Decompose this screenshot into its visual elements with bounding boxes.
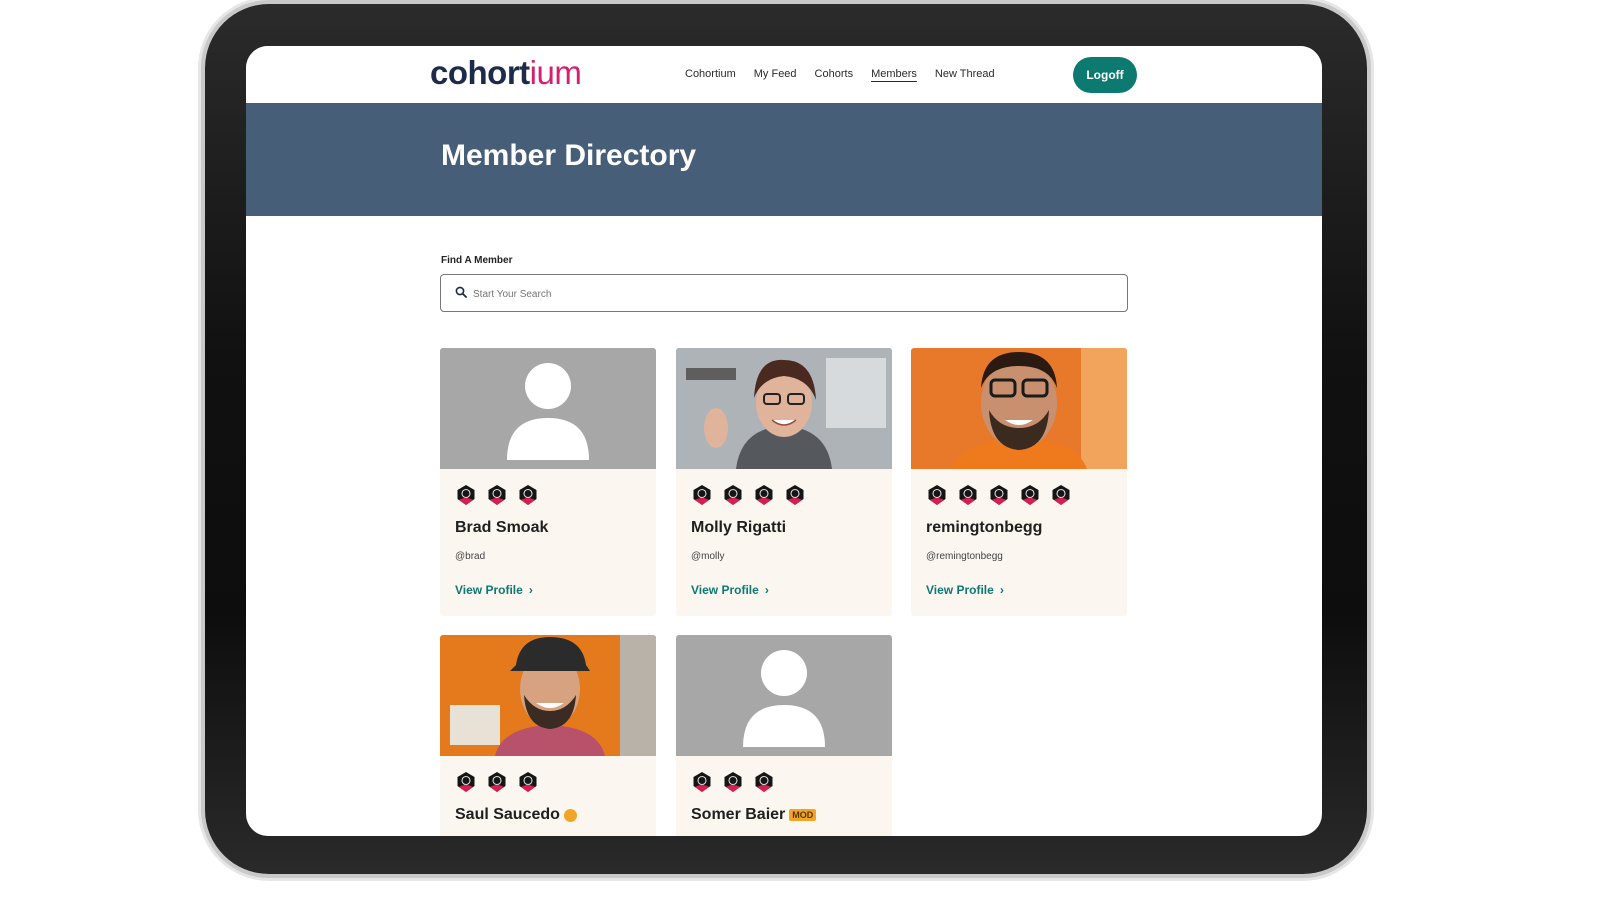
badge-icon[interactable]: [1019, 484, 1041, 506]
member-card-somer: Somer Baier MOD: [676, 635, 892, 836]
badge-row: [455, 484, 539, 506]
member-name: Saul Saucedo: [455, 806, 577, 824]
member-name: remingtonbegg: [926, 519, 1043, 536]
badge-icon[interactable]: [784, 484, 806, 506]
member-handle: @molly: [691, 551, 725, 562]
member-name: Somer Baier MOD: [691, 806, 817, 824]
nav-link-new-thread[interactable]: New Thread: [935, 68, 995, 80]
member-card-saul: Saul Saucedo: [440, 635, 656, 836]
badge-icon[interactable]: [455, 484, 477, 506]
avatar[interactable]: [911, 348, 1127, 469]
verified-icon: [563, 808, 577, 822]
member-photo: [676, 348, 892, 469]
view-profile-link[interactable]: View Profile ›: [926, 583, 1004, 597]
member-photo: [440, 635, 656, 756]
nav-links: Cohortium My Feed Cohorts Members New Th…: [685, 68, 995, 80]
search-label: Find A Member: [441, 255, 513, 266]
badge-icon[interactable]: [486, 771, 508, 793]
badge-icon[interactable]: [517, 484, 539, 506]
member-name: Molly Rigatti: [691, 519, 787, 536]
member-photo: [911, 348, 1127, 469]
view-profile-link[interactable]: View Profile ›: [455, 583, 533, 597]
badge-icon[interactable]: [957, 484, 979, 506]
badge-row: [691, 484, 806, 506]
avatar[interactable]: [676, 635, 892, 756]
badge-icon[interactable]: [691, 771, 713, 793]
view-profile-link[interactable]: View Profile ›: [691, 583, 769, 597]
nav-link-cohorts[interactable]: Cohorts: [815, 68, 854, 80]
mod-badge: MOD: [789, 809, 817, 821]
avatar[interactable]: [440, 348, 656, 469]
member-card-brad: Brad Smoak @brad View Profile ›: [440, 348, 656, 616]
search-icon: [455, 286, 467, 298]
member-name: Brad Smoak: [455, 519, 549, 536]
page-title: Member Directory: [441, 139, 697, 172]
badge-icon[interactable]: [988, 484, 1010, 506]
chevron-right-icon: ›: [528, 583, 533, 597]
logo-accent: ium: [529, 54, 582, 91]
member-handle: @remingtonbegg: [926, 551, 1003, 562]
badge-icon[interactable]: [455, 771, 477, 793]
badge-icon[interactable]: [691, 484, 713, 506]
member-card-molly: Molly Rigatti @molly View Profile ›: [676, 348, 892, 616]
badge-row: [455, 771, 539, 793]
person-placeholder-icon: [507, 363, 589, 460]
badge-icon[interactable]: [753, 484, 775, 506]
badge-icon[interactable]: [517, 771, 539, 793]
member-card-remington: remingtonbegg @remingtonbegg View Profil…: [911, 348, 1127, 616]
badge-icon[interactable]: [722, 484, 744, 506]
badge-row: [691, 771, 775, 793]
badge-icon[interactable]: [1050, 484, 1072, 506]
nav-link-cohortium[interactable]: Cohortium: [685, 68, 736, 80]
badge-row: [926, 484, 1072, 506]
avatar[interactable]: [676, 348, 892, 469]
badge-icon[interactable]: [926, 484, 948, 506]
screen: cohortium Cohortium My Feed Cohorts Memb…: [246, 46, 1322, 836]
badge-icon[interactable]: [753, 771, 775, 793]
member-handle: @brad: [455, 551, 486, 562]
nav-link-my-feed[interactable]: My Feed: [754, 68, 797, 80]
top-nav: cohortium Cohortium My Feed Cohorts Memb…: [246, 46, 1322, 103]
search-box[interactable]: [440, 274, 1128, 312]
logo[interactable]: cohortium: [430, 54, 582, 92]
person-placeholder-icon: [743, 650, 825, 747]
chevron-right-icon: ›: [999, 583, 1004, 597]
logo-main: cohort: [430, 54, 530, 91]
hero-banner: Member Directory: [246, 103, 1322, 216]
avatar[interactable]: [440, 635, 656, 756]
badge-icon[interactable]: [722, 771, 744, 793]
nav-link-members[interactable]: Members: [871, 68, 917, 80]
search-input[interactable]: [471, 284, 1075, 304]
badge-icon[interactable]: [486, 484, 508, 506]
tablet-frame: cohortium Cohortium My Feed Cohorts Memb…: [205, 4, 1367, 874]
logoff-button[interactable]: Logoff: [1073, 57, 1137, 93]
chevron-right-icon: ›: [764, 583, 769, 597]
